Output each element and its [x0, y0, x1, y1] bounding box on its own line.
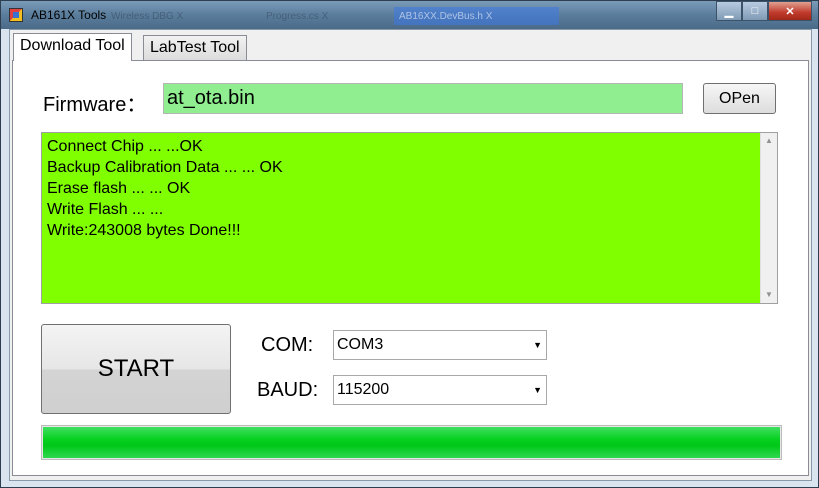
- log-line: Write Flash ... ...: [47, 201, 164, 218]
- log-output[interactable]: Connect Chip ... ...OK Backup Calibratio…: [41, 132, 778, 304]
- log-scrollbar[interactable]: ▲ ▼: [760, 133, 777, 303]
- log-line: Write:243008 bytes Done!!!: [47, 222, 241, 239]
- app-icon: [9, 8, 23, 22]
- start-button[interactable]: START: [41, 324, 231, 414]
- com-port-value: COM3: [337, 336, 384, 353]
- background-window-title: Progress.cs X: [266, 11, 329, 22]
- background-window-title: Wireless DBG X: [111, 11, 184, 22]
- maximize-icon: □: [751, 5, 759, 17]
- background-window-title: AB16XX.DevBus.h X: [399, 11, 493, 22]
- com-port-select[interactable]: COM3 ▼: [333, 330, 547, 360]
- maximize-button[interactable]: □: [742, 1, 768, 21]
- client-area: Download Tool LabTest Tool Firmware： at_…: [9, 29, 812, 481]
- log-lines: Connect Chip ... ...OK Backup Calibratio…: [47, 136, 283, 241]
- chevron-down-icon[interactable]: ▼: [533, 376, 542, 404]
- close-button[interactable]: ✕: [768, 1, 812, 21]
- open-file-button[interactable]: OPen: [703, 83, 776, 114]
- download-tool-panel: Firmware： at_ota.bin OPen Connect Chip .…: [12, 60, 809, 476]
- chevron-down-icon[interactable]: ▼: [533, 331, 542, 359]
- baud-rate-value: 115200: [337, 381, 390, 398]
- scroll-down-icon[interactable]: ▼: [761, 287, 777, 303]
- log-line: Backup Calibration Data ... ... OK: [47, 159, 283, 176]
- log-line: Erase flash ... ... OK: [47, 180, 191, 197]
- progress-fill: [43, 427, 780, 458]
- scroll-up-icon[interactable]: ▲: [761, 133, 777, 149]
- log-line: Connect Chip ... ...OK: [47, 138, 203, 155]
- tab-download-tool[interactable]: Download Tool: [13, 33, 132, 61]
- minimize-icon: ▁: [724, 5, 734, 18]
- com-label: COM:: [261, 334, 314, 356]
- baud-rate-select[interactable]: 115200 ▼: [333, 375, 547, 405]
- baud-label: BAUD:: [257, 379, 319, 401]
- tab-labtest-tool[interactable]: LabTest Tool: [143, 35, 247, 60]
- caption-buttons: ▁ □ ✕: [716, 1, 812, 21]
- close-icon: ✕: [785, 5, 795, 18]
- window-title: AB161X Tools: [31, 8, 107, 22]
- progress-bar: [41, 425, 782, 460]
- firmware-label: Firmware：: [43, 94, 147, 116]
- app-window: AB161X Tools Wireless DBG X Progress.cs …: [0, 0, 819, 488]
- title-bar[interactable]: AB161X Tools Wireless DBG X Progress.cs …: [1, 1, 818, 29]
- firmware-path-field[interactable]: at_ota.bin: [163, 83, 683, 114]
- minimize-button[interactable]: ▁: [716, 1, 742, 21]
